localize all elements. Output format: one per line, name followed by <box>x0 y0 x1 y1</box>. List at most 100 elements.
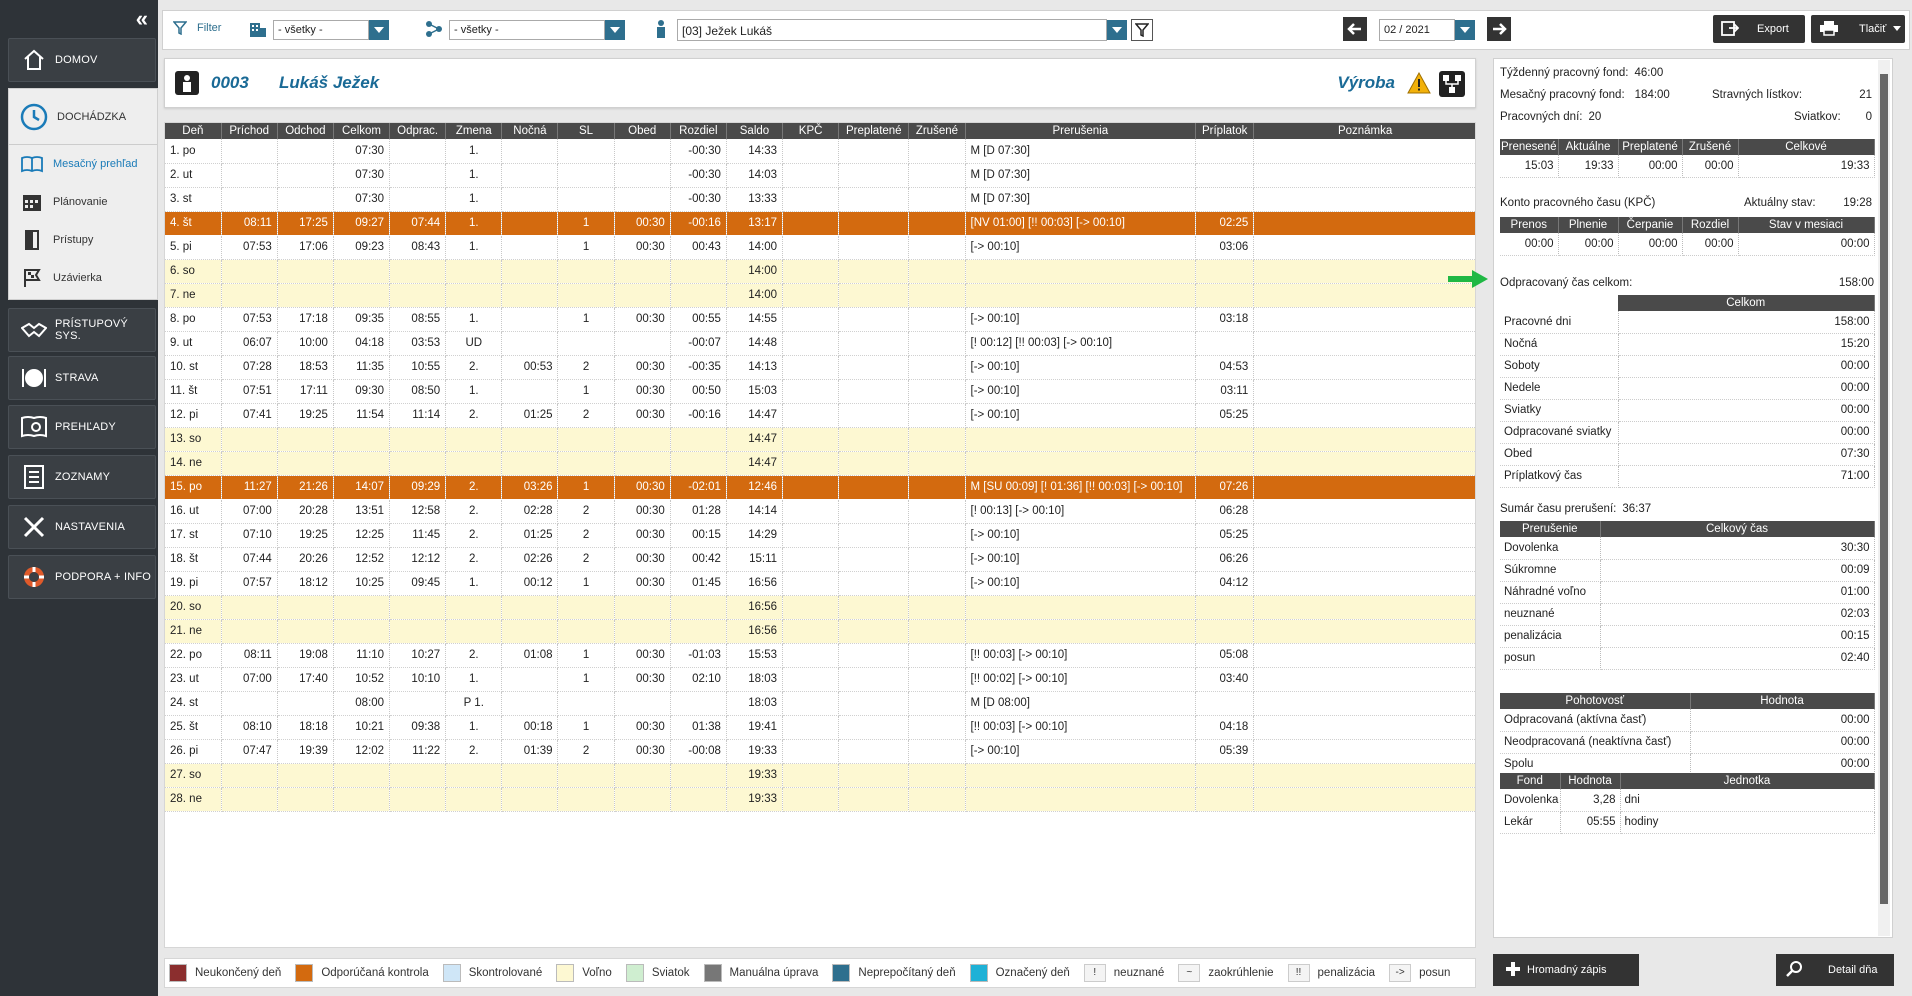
column-header[interactable]: Saldo <box>726 123 784 139</box>
table-cell: 2. ut <box>165 163 222 188</box>
column-header[interactable]: Prerušenia <box>965 123 1197 139</box>
group-dropdown-button[interactable] <box>605 20 625 40</box>
nav-prehlady[interactable]: PREHĽADY <box>8 405 156 449</box>
scrollbar-thumb[interactable] <box>1880 74 1888 904</box>
list-item: Dovolenka 3,28 dni <box>1500 789 1875 812</box>
monthly-fund-label: Mesačný pracovný fond: <box>1500 89 1625 101</box>
table-cell: M [D 07:30] <box>965 139 1197 164</box>
table-row[interactable]: 7. ne 14:00 <box>165 283 1475 308</box>
nav-podpora[interactable]: PODPORA + INFO <box>8 555 156 599</box>
table-row[interactable]: 8. po 07:53 17:18 09:35 08:55 1. 1 00:30 00:55 14… <box>165 307 1475 332</box>
nav-dochadzka[interactable]: DOCHÁDZKA <box>9 89 157 145</box>
subnav-label: Prístupy <box>53 234 94 246</box>
bulk-entry-button[interactable]: Hromadný zápis <box>1493 954 1639 986</box>
table-row[interactable]: 26. pi 07:47 19:39 12:02 11:22 2. 01:39 2 00:30-… <box>165 739 1475 764</box>
employee-select[interactable]: [03] Ježek Lukáš <box>677 19 1107 41</box>
subnav-mesacny-prehlad[interactable]: Mesačný prehľad <box>9 145 157 183</box>
next-month-button[interactable] <box>1487 17 1511 41</box>
table-cell <box>908 523 966 548</box>
column-header[interactable]: Rozdiel <box>670 123 727 139</box>
filter-icon[interactable] <box>172 21 188 38</box>
table-cell <box>782 331 840 356</box>
table-row[interactable]: 19. pi 07:57 18:12 10:25 09:45 1. 00:12 1 00:30 0… <box>165 571 1475 596</box>
department-select[interactable]: - všetky - <box>273 20 369 40</box>
table-row[interactable]: 22. po 08:11 19:08 11:10 10:27 2. 01:08 1 00:30-… <box>165 643 1475 668</box>
warning-icon[interactable] <box>1407 71 1431 97</box>
column-header[interactable]: SL <box>557 123 615 139</box>
hierarchy-button[interactable] <box>1439 71 1465 97</box>
table-cell <box>221 595 278 620</box>
table-row[interactable]: 20. so 16:56 <box>165 595 1475 620</box>
column-header[interactable]: Odprac. <box>389 123 447 139</box>
day-detail-button[interactable]: Detail dňa <box>1776 954 1894 986</box>
column-header[interactable]: KPČ <box>782 123 840 139</box>
column-header[interactable]: Zrušené <box>908 123 966 139</box>
column-header[interactable]: Obed <box>614 123 671 139</box>
table-cell: 19:39 <box>277 739 334 764</box>
table-cell <box>557 427 615 452</box>
collapse-sidebar-icon[interactable]: « <box>136 8 148 30</box>
table-cell: 19:25 <box>277 523 334 548</box>
summary-scrollbar[interactable] <box>1878 60 1890 936</box>
column-header[interactable]: Odchod <box>277 123 334 139</box>
table-row[interactable]: 13. so 14:47 <box>165 427 1475 452</box>
column-header[interactable]: Celkom <box>333 123 391 139</box>
nav-zoznamy[interactable]: ZOZNAMY <box>8 455 156 499</box>
table-cell: 12. pi <box>165 403 222 428</box>
employee-dropdown-button[interactable] <box>1107 20 1127 40</box>
table-row[interactable]: 9. ut 06:07 10:00 04:18 03:53 UD -00:07 14:48 [!… <box>165 331 1475 356</box>
table-cell: [-> 00:10] <box>965 547 1197 572</box>
table-row[interactable]: 2. ut 07:30 1. -00:30 14:03 M [D 07:30] <box>165 163 1475 188</box>
subnav-pristupy[interactable]: Prístupy <box>9 221 157 259</box>
table-row[interactable]: 15. po 11:27 21:26 14:07 09:29 2. 03:26 1 00:30-… <box>165 475 1475 500</box>
print-button[interactable]: Tlačiť <box>1811 15 1905 43</box>
table-row[interactable]: 14. ne 14:47 <box>165 451 1475 476</box>
column-header[interactable]: Poznámka <box>1253 123 1475 139</box>
table-row[interactable]: 17. st 07:10 19:25 12:25 11:45 2. 01:25 2 00:30 0… <box>165 523 1475 548</box>
table-row[interactable]: 28. ne 19:33 <box>165 787 1475 812</box>
table-row[interactable]: 6. so 14:00 <box>165 259 1475 284</box>
department-dropdown-button[interactable] <box>369 20 389 40</box>
export-button[interactable]: Export <box>1713 15 1805 43</box>
table-row[interactable]: 16. ut 07:00 20:28 13:51 12:58 2. 02:28 2 00:30 0… <box>165 499 1475 524</box>
breaks-header-row: Prerušenie Celkový čas <box>1500 521 1875 537</box>
column-header[interactable]: Zmena <box>445 123 503 139</box>
nav-label: ZOZNAMY <box>55 471 111 483</box>
table-row[interactable]: 25. št 08:10 18:18 10:21 09:38 1. 00:18 1 00:30 0… <box>165 715 1475 740</box>
table-row[interactable]: 4. št 08:11 17:25 09:27 07:44 1. 1 00:30 -00:16 1… <box>165 211 1475 236</box>
table-row[interactable]: 11. št 07:51 17:11 09:30 08:50 1. 1 00:30 00:50 1… <box>165 379 1475 404</box>
column-header[interactable]: Príchod <box>221 123 278 139</box>
nav-nastavenia[interactable]: NASTAVENIA <box>8 505 156 549</box>
table-row[interactable]: 5. pi 07:53 17:06 09:23 08:43 1. 1 00:30 00:43 14… <box>165 235 1475 260</box>
column-header[interactable]: Deň <box>165 123 222 139</box>
filter-label[interactable]: Filter <box>197 22 221 34</box>
table-row[interactable]: 1. po 07:30 1. -00:30 14:33 M [D 07:30] <box>165 139 1475 164</box>
month-select[interactable]: 02 / 2021 <box>1379 19 1455 41</box>
subnav-uzavierka[interactable]: Uzávierka <box>9 259 157 297</box>
list-item: Obed 07:30 <box>1500 443 1875 466</box>
table-row[interactable]: 21. ne 16:56 <box>165 619 1475 644</box>
table-row[interactable]: 24. st 08:00 P 1. 18:03 M [D 08:00] <box>165 691 1475 716</box>
nav-domov[interactable]: DOMOV <box>8 38 156 82</box>
table-row[interactable]: 12. pi 07:41 19:25 11:54 11:14 2. 01:25 2 00:30-… <box>165 403 1475 428</box>
table-cell: 00:18 <box>501 715 559 740</box>
table-row[interactable]: 3. st 07:30 1. -00:30 13:33 M [D 07:30] <box>165 187 1475 212</box>
group-select[interactable]: - všetky - <box>449 20 605 40</box>
table-cell <box>1195 619 1255 644</box>
nav-pristupovy-sys[interactable]: PRÍSTUPOVÝ SYS. <box>8 308 156 352</box>
nav-strava[interactable]: STRAVA <box>8 356 156 400</box>
table-row[interactable]: 10. st 07:28 18:53 11:35 10:55 2. 00:53 2 00:30-… <box>165 355 1475 380</box>
table-row[interactable]: 18. št 07:44 20:26 12:52 12:12 2. 02:26 2 00:30 0… <box>165 547 1475 572</box>
column-header[interactable]: Preplatené <box>838 123 910 139</box>
filter-funnel-button[interactable] <box>1131 19 1153 41</box>
subnav-planovanie[interactable]: Plánovanie <box>9 183 157 221</box>
prev-month-button[interactable] <box>1343 17 1367 41</box>
table-row[interactable]: 27. so 19:33 <box>165 763 1475 788</box>
column-header[interactable]: Nočná <box>501 123 559 139</box>
month-dropdown-button[interactable] <box>1455 20 1475 40</box>
legend-swatch <box>832 964 851 982</box>
table-row[interactable]: 23. ut 07:00 17:40 10:52 10:10 1. 1 00:30 02:10 1… <box>165 667 1475 692</box>
column-header[interactable]: Príplatok <box>1195 123 1255 139</box>
chevron-down-icon[interactable] <box>1893 26 1901 31</box>
value-cell: 07:30 <box>1618 443 1875 466</box>
